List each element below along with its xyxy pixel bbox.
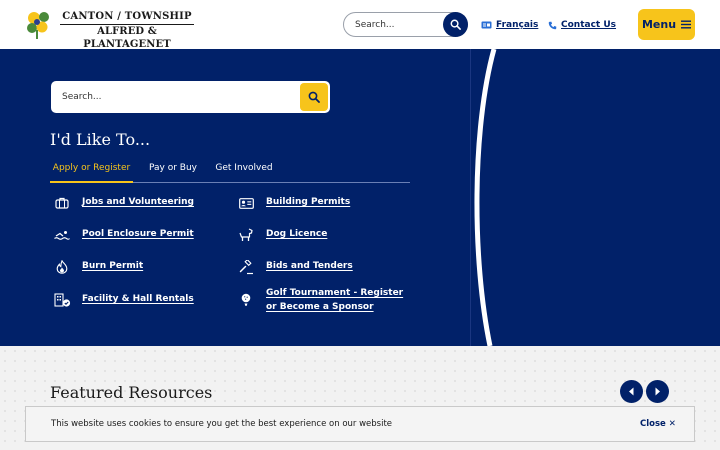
contact-label: Contact Us (561, 20, 617, 30)
quick-links-title: I'd Like To... (50, 130, 151, 149)
site-header: CANTON / TOWNSHIP ALFRED & PLANTAGENET F… (0, 0, 720, 51)
link-label: Golf Tournament - Register or Become a S… (266, 288, 404, 312)
link-label: Bids and Tenders (266, 261, 353, 271)
tab-get-involved[interactable]: Get Involved (213, 155, 275, 183)
link-label: Facility & Hall Rentals (82, 294, 194, 304)
link-jobs-volunteering[interactable]: Jobs and Volunteering (52, 195, 194, 211)
gavel-icon (236, 259, 256, 275)
link-pool-enclosure-permit[interactable]: Pool Enclosure Permit (52, 227, 194, 243)
main-search-button[interactable] (300, 83, 328, 111)
header-search-button[interactable] (443, 12, 468, 37)
township-logo[interactable] (24, 8, 54, 40)
chevron-right-icon (655, 387, 660, 396)
cookie-message: This website uses cookies to ensure you … (51, 419, 393, 429)
link-building-permits[interactable]: Building Permits (236, 195, 350, 211)
hero-arc-decoration (474, 49, 497, 346)
header-search (343, 12, 468, 37)
briefcase-icon (52, 195, 72, 211)
link-dog-licence[interactable]: Dog Licence (236, 227, 327, 243)
link-facility-hall-rentals[interactable]: Facility & Hall Rentals (52, 292, 194, 308)
cookie-close-button[interactable]: Close ✕ (640, 419, 676, 429)
carousel-next-button[interactable] (646, 380, 669, 403)
phone-icon (548, 21, 557, 29)
search-icon (308, 91, 320, 103)
carousel-prev-button[interactable] (620, 380, 643, 403)
dog-icon (236, 227, 256, 243)
link-label: Pool Enclosure Permit (82, 229, 194, 239)
fire-icon (52, 259, 72, 275)
search-icon (450, 19, 461, 30)
main-search-input[interactable] (62, 89, 282, 105)
featured-resources-title: Featured Resources (50, 383, 213, 402)
swimmer-icon (52, 227, 72, 243)
logo-line-1: CANTON / TOWNSHIP (60, 11, 194, 25)
id-card-icon (236, 195, 256, 211)
golf-icon (236, 292, 256, 308)
link-golf-tournament[interactable]: Golf Tournament - Register or Become a S… (236, 286, 416, 314)
quick-links-tabs: Apply or Register Pay or Buy Get Involve… (50, 155, 410, 183)
hero-section: I'd Like To... Apply or Register Pay or … (0, 49, 720, 346)
chevron-left-icon (629, 387, 634, 396)
building-icon (52, 292, 72, 308)
language-link[interactable]: Français (481, 18, 538, 32)
logo-text[interactable]: CANTON / TOWNSHIP ALFRED & PLANTAGENET (60, 11, 194, 51)
link-label: Building Permits (266, 197, 351, 207)
menu-button[interactable]: Menu (638, 9, 695, 40)
cookie-banner: This website uses cookies to ensure you … (25, 406, 695, 442)
link-label: Jobs and Volunteering (82, 197, 194, 207)
main-search (51, 81, 330, 113)
link-burn-permit[interactable]: Burn Permit (52, 259, 143, 275)
link-bids-and-tenders[interactable]: Bids and Tenders (236, 259, 353, 275)
header-search-input[interactable] (355, 17, 435, 33)
language-icon (481, 21, 492, 29)
logo-line-2: ALFRED & PLANTAGENET (83, 26, 171, 50)
tab-apply-or-register[interactable]: Apply or Register (50, 155, 133, 183)
link-label: Burn Permit (82, 261, 144, 271)
contact-link[interactable]: Contact Us (548, 18, 616, 32)
tab-pay-or-buy[interactable]: Pay or Buy (143, 155, 203, 183)
hamburger-icon (681, 20, 692, 29)
language-label: Français (496, 20, 539, 30)
menu-label: Menu (641, 18, 677, 31)
link-label: Dog Licence (266, 229, 328, 239)
